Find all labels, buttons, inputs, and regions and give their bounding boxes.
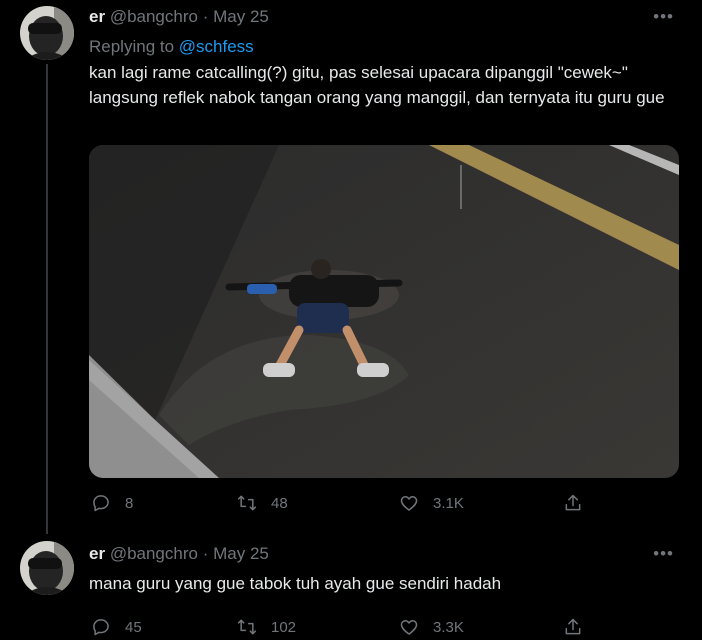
share-icon	[565, 494, 581, 511]
timeline: er @bangchro · May 25 ••• Replying to @s…	[0, 0, 702, 640]
replying-to: Replying to @schfess	[89, 36, 682, 58]
avatar[interactable]	[20, 541, 74, 595]
tweet-header: er @bangchro · May 25 •••	[89, 6, 682, 28]
share-icon	[565, 618, 581, 635]
retweet-icon	[237, 619, 257, 635]
tweet-header: er @bangchro · May 25 •••	[89, 543, 682, 565]
share-button[interactable]	[563, 615, 583, 639]
replying-to-mention[interactable]: @schfess	[179, 37, 254, 56]
more-horizontal-icon[interactable]: •••	[653, 6, 674, 28]
reply-icon	[93, 619, 109, 636]
avatar[interactable]	[20, 6, 74, 60]
retweet-button[interactable]: 48	[237, 491, 288, 515]
retweet-count: 48	[271, 494, 288, 512]
like-icon	[400, 496, 418, 511]
handle[interactable]: @bangchro	[110, 544, 198, 563]
separator-dot: ·	[202, 7, 209, 26]
replying-to-label: Replying to	[89, 37, 175, 56]
avatar-image	[20, 541, 74, 595]
tweet-content: er @bangchro · May 25 ••• Replying to @s…	[89, 6, 682, 512]
more-horizontal-icon[interactable]: •••	[653, 543, 674, 565]
tweet-text: mana guru yang gue tabok tuh ayah gue se…	[89, 574, 502, 593]
tweet-media-image[interactable]	[89, 145, 679, 478]
like-count: 3.3K	[433, 618, 464, 636]
tweet-date[interactable]: May 25	[213, 544, 269, 563]
tweet-actions: 45 102 3.3K	[89, 615, 609, 639]
thread-connector-line	[46, 64, 48, 534]
reply-count: 45	[125, 618, 142, 636]
tweet-date[interactable]: May 25	[213, 7, 269, 26]
avatar-image	[20, 6, 74, 60]
tweet[interactable]: er @bangchro · May 25 ••• mana guru yang…	[0, 535, 702, 640]
reply-icon	[93, 495, 109, 512]
separator-dot: ·	[202, 544, 209, 563]
handle[interactable]: @bangchro	[110, 7, 198, 26]
tweet-text: kan lagi rame catcalling(?) gitu, pas se…	[89, 63, 665, 107]
reply-button[interactable]: 45	[91, 615, 142, 639]
tweet[interactable]: er @bangchro · May 25 ••• Replying to @s…	[0, 0, 702, 534]
display-name[interactable]: er	[89, 7, 105, 26]
like-icon	[400, 620, 418, 635]
reply-button[interactable]: 8	[91, 491, 133, 515]
tweet-content: er @bangchro · May 25 ••• mana guru yang…	[89, 543, 682, 636]
share-button[interactable]	[563, 491, 583, 515]
like-button[interactable]: 3.1K	[399, 491, 464, 515]
media-photo	[89, 145, 679, 478]
retweet-button[interactable]: 102	[237, 615, 296, 639]
retweet-icon	[237, 495, 257, 511]
like-button[interactable]: 3.3K	[399, 615, 464, 639]
display-name[interactable]: er	[89, 544, 105, 563]
reply-count: 8	[125, 494, 134, 512]
retweet-count: 102	[271, 618, 297, 636]
like-count: 3.1K	[433, 494, 464, 512]
tweet-actions: 8 48 3.1K	[89, 491, 609, 515]
